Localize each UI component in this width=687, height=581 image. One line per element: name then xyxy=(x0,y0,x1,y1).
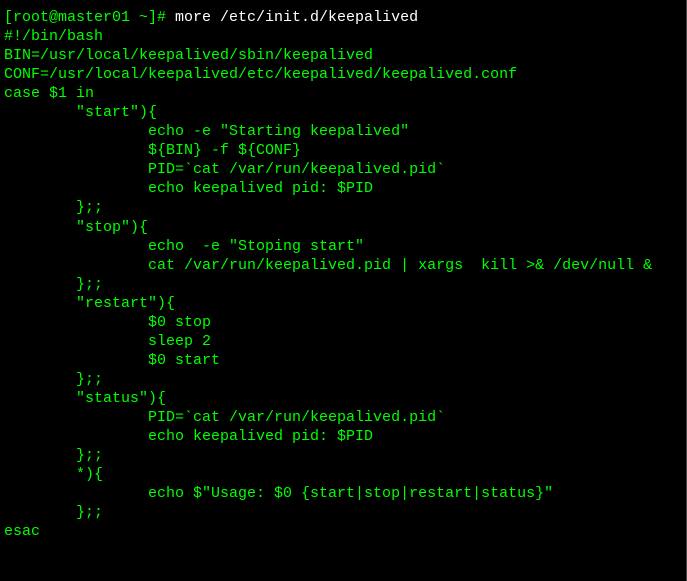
script-line: #!/bin/bash xyxy=(4,27,682,46)
script-line: PID=`cat /var/run/keepalived.pid` xyxy=(4,160,682,179)
script-line: echo -e "Starting keepalived" xyxy=(4,122,682,141)
script-line: };; xyxy=(4,275,682,294)
script-line: BIN=/usr/local/keepalived/sbin/keepalive… xyxy=(4,46,682,65)
script-line: PID=`cat /var/run/keepalived.pid` xyxy=(4,408,682,427)
script-line: "restart"){ xyxy=(4,294,682,313)
script-line: echo -e "Stoping start" xyxy=(4,237,682,256)
terminal-output: [root@master01 ~]# more /etc/init.d/keep… xyxy=(4,8,682,541)
script-line: };; xyxy=(4,446,682,465)
script-line: case $1 in xyxy=(4,84,682,103)
prompt-line: [root@master01 ~]# more /etc/init.d/keep… xyxy=(4,8,682,27)
script-line: };; xyxy=(4,503,682,522)
script-line: esac xyxy=(4,522,682,541)
script-line: ${BIN} -f ${CONF} xyxy=(4,141,682,160)
script-line: $0 stop xyxy=(4,313,682,332)
script-line: *){ xyxy=(4,465,682,484)
shell-prompt: [root@master01 ~]# xyxy=(4,9,175,26)
script-line: };; xyxy=(4,198,682,217)
script-line: "status"){ xyxy=(4,389,682,408)
script-line: "stop"){ xyxy=(4,218,682,237)
script-line: echo keepalived pid: $PID xyxy=(4,427,682,446)
script-line: CONF=/usr/local/keepalived/etc/keepalive… xyxy=(4,65,682,84)
script-line: "start"){ xyxy=(4,103,682,122)
script-line: sleep 2 xyxy=(4,332,682,351)
shell-command: more /etc/init.d/keepalived xyxy=(175,9,418,26)
script-line: $0 start xyxy=(4,351,682,370)
script-line: echo keepalived pid: $PID xyxy=(4,179,682,198)
script-line: echo $"Usage: $0 {start|stop|restart|sta… xyxy=(4,484,682,503)
script-line: cat /var/run/keepalived.pid | xargs kill… xyxy=(4,256,682,275)
script-line: };; xyxy=(4,370,682,389)
